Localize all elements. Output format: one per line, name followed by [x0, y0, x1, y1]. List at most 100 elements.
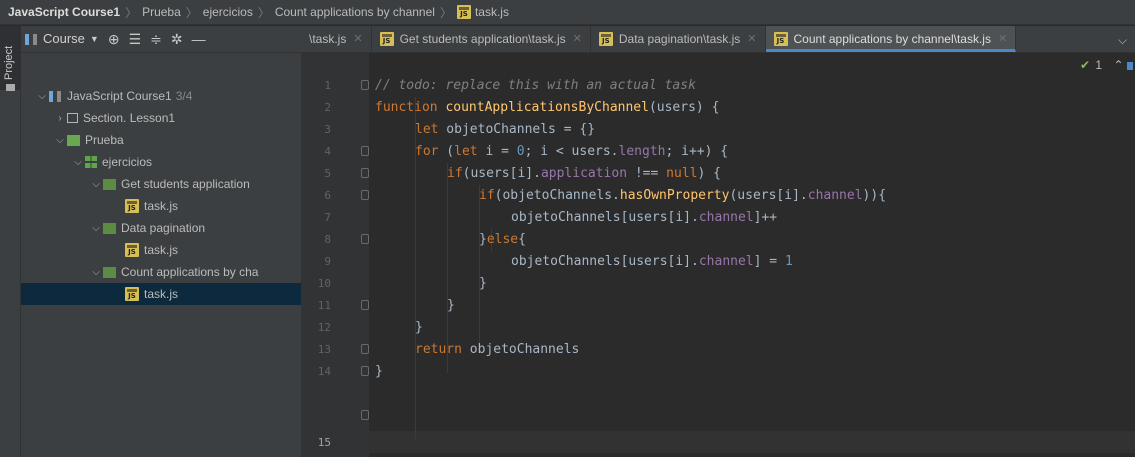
code-line-7: objetoChannels[users[i].channel]++	[511, 210, 778, 225]
tab-get-students[interactable]: JS Get students application\task.js ✕	[372, 26, 591, 52]
folder-icon	[6, 84, 15, 91]
chevron-down-icon[interactable]: ⌵	[53, 135, 67, 146]
fold-marker[interactable]	[361, 146, 369, 156]
locate-file-icon[interactable]: ⊕	[108, 32, 120, 46]
gear-icon[interactable]: ✲	[171, 32, 183, 46]
course-view-selector[interactable]: Course ▼	[25, 32, 99, 46]
tab-label: Count applications by channel\task.js	[793, 31, 991, 46]
tree-item-file-selected[interactable]: JS task.js	[21, 283, 301, 305]
scroll-marker	[1127, 62, 1133, 70]
breadcrumb-item-prueba[interactable]: Prueba	[142, 5, 181, 19]
chevron-down-icon[interactable]: ⌵	[89, 223, 103, 234]
chevron-down-icon[interactable]: ⌵	[35, 91, 49, 102]
chevron-up-icon[interactable]: ⌃	[1113, 58, 1123, 72]
close-icon[interactable]: ✕	[747, 32, 756, 45]
tree-item-file[interactable]: JS task.js	[21, 239, 301, 261]
code-line-8: }else{	[479, 232, 526, 247]
tree-item-label: Data pagination	[121, 221, 206, 235]
breadcrumb-item-file[interactable]: task.js	[475, 5, 509, 19]
collapse-all-icon[interactable]: ≑	[150, 32, 162, 46]
tree-item-course[interactable]: ⌵ JavaScript Course1 3/4	[21, 85, 301, 107]
breadcrumb-separator: 〉	[185, 5, 198, 20]
fold-marker[interactable]	[361, 190, 369, 200]
code-editor[interactable]: 1 2 3 4 5 6 7 8 9 10 11 12 13 14 15 // t…	[301, 53, 1135, 457]
code-line-10: }	[479, 276, 487, 291]
fold-marker[interactable]	[361, 366, 369, 376]
close-icon[interactable]: ✕	[353, 32, 362, 45]
tab-count-applications[interactable]: JS Count applications by channel\task.js…	[765, 26, 1017, 52]
close-icon[interactable]: ✕	[573, 32, 582, 45]
book-icon	[49, 90, 61, 102]
code-line-13: return objetoChannels	[415, 342, 580, 357]
line-number: 4	[324, 145, 331, 158]
lesson-folder-icon	[103, 222, 116, 234]
tree-item-ejercicios[interactable]: ⌵ ejercicios	[21, 151, 301, 173]
line-number: 9	[324, 255, 331, 268]
breadcrumb-separator: 〉	[125, 5, 138, 20]
code-line-1: // todo: replace this with an actual tas…	[375, 78, 696, 93]
line-number-current: 15	[317, 436, 331, 449]
tree-item-lesson-data-pagination[interactable]: ⌵ Data pagination	[21, 217, 301, 239]
breadcrumb: JavaScript Course1 〉 Prueba 〉 ejercicios…	[0, 0, 1135, 25]
tree-item-section[interactable]: › Section. Lesson1	[21, 107, 301, 129]
javascript-file-icon: JS	[456, 5, 471, 19]
tree-item-lesson-count-applications[interactable]: ⌵ Count applications by cha	[21, 261, 301, 283]
current-line-highlight	[369, 431, 1135, 453]
javascript-file-icon: JS	[379, 31, 394, 46]
code-line-6: if(objetoChannels.hasOwnProperty(users[i…	[479, 188, 887, 203]
line-number: 8	[324, 233, 331, 246]
minimize-icon[interactable]: —	[192, 32, 206, 46]
tree-item-label: ejercicios	[102, 155, 153, 169]
javascript-file-icon: JS	[125, 287, 139, 301]
chevron-down-icon[interactable]: ⌵	[89, 179, 103, 190]
lesson-folder-icon	[103, 178, 116, 190]
chevron-down-icon[interactable]: ⌵	[1118, 33, 1127, 48]
check-icon: ✔	[1080, 58, 1091, 72]
fold-marker[interactable]	[361, 80, 369, 90]
line-number: 6	[324, 189, 331, 202]
tab-data-pagination[interactable]: JS Data pagination\task.js ✕	[591, 26, 766, 52]
line-number: 5	[324, 167, 331, 180]
fold-marker[interactable]	[361, 344, 369, 354]
code-line-12: }	[415, 320, 423, 335]
fold-marker[interactable]	[361, 234, 369, 244]
tab-task[interactable]: \task.js ✕	[301, 26, 372, 52]
tree-item-label: JavaScript Course1	[67, 89, 172, 103]
fold-marker[interactable]	[361, 168, 369, 178]
chevron-right-icon[interactable]: ›	[53, 113, 67, 124]
code-line-4: for (let i = 0; i < users.length; i++) {	[415, 144, 729, 159]
close-icon[interactable]: ✕	[998, 32, 1007, 45]
breadcrumb-item-ejercicios[interactable]: ejercicios	[203, 5, 253, 19]
project-tab-label[interactable]: Project	[3, 46, 15, 80]
tree-item-file[interactable]: JS task.js	[21, 195, 301, 217]
tree-item-lesson-get-students[interactable]: ⌵ Get students application	[21, 173, 301, 195]
expand-all-icon[interactable]: ☰	[129, 32, 142, 46]
tree-item-label: task.js	[144, 199, 179, 213]
breadcrumb-item-lesson[interactable]: Count applications by channel	[275, 5, 435, 19]
indent-guide	[479, 185, 480, 351]
line-number: 11	[317, 299, 331, 312]
javascript-file-icon: JS	[125, 199, 139, 213]
inspection-count: 1	[1095, 58, 1103, 72]
tab-label: \task.js	[309, 31, 347, 46]
chevron-down-icon: ▼	[89, 34, 99, 44]
chevron-down-icon[interactable]: ⌵	[89, 267, 103, 278]
course-view-label: Course	[43, 31, 85, 46]
line-number: 10	[317, 277, 331, 290]
code-line-11: }	[447, 298, 455, 313]
breadcrumb-item-course[interactable]: JavaScript Course1	[8, 5, 120, 19]
tree-item-prueba[interactable]: ⌵ Prueba	[21, 129, 301, 151]
lesson-folder-icon	[103, 266, 116, 278]
line-number: 12	[317, 321, 331, 334]
javascript-file-icon: JS	[598, 31, 613, 46]
code-line-2: function countApplicationsByChannel(user…	[375, 100, 720, 115]
line-number: 1	[324, 79, 331, 92]
chevron-down-icon[interactable]: ⌵	[71, 157, 85, 168]
fold-marker[interactable]	[361, 300, 369, 310]
course-progress: 3/4	[175, 89, 193, 103]
line-number: 2	[324, 101, 331, 114]
code-line-14: }	[375, 364, 383, 379]
tree-item-label: Prueba	[85, 133, 124, 147]
fold-marker[interactable]	[361, 410, 369, 420]
tree-item-label: task.js	[144, 243, 179, 257]
